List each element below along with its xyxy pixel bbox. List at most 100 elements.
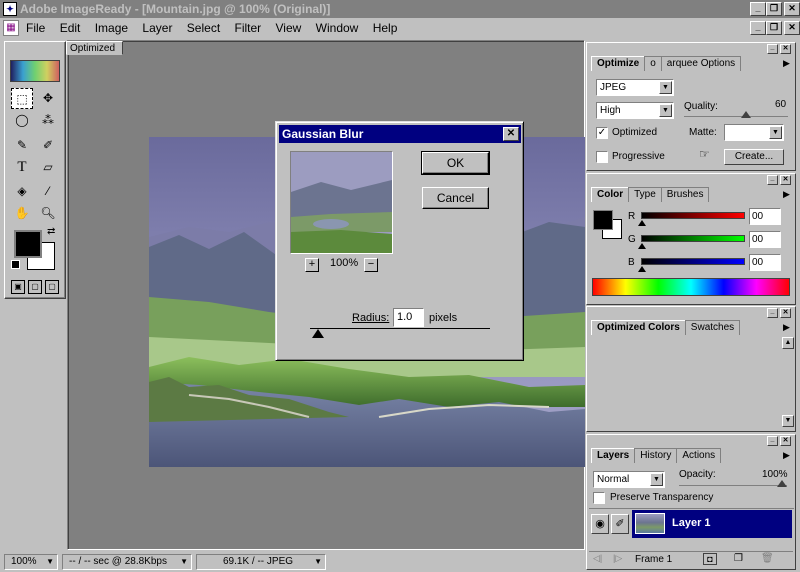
layer-row[interactable]: ◉ ✐ Layer 1 <box>589 508 794 538</box>
type-tool-icon[interactable]: T <box>11 157 33 178</box>
zoom-dropdown[interactable]: 100% ▼ <box>4 554 58 570</box>
move-tool-icon[interactable]: ✥ <box>37 88 59 109</box>
mode-full-icon[interactable]: ▢ <box>28 280 42 294</box>
next-frame-icon[interactable]: |▷ <box>613 553 622 564</box>
cancel-button[interactable]: Cancel <box>422 187 489 209</box>
menu-help[interactable]: Help <box>373 21 398 35</box>
app-icon[interactable]: ✦ <box>3 2 17 16</box>
layers-close-button[interactable]: ✕ <box>780 436 791 446</box>
prev-frame-icon[interactable]: ◁| <box>593 553 602 564</box>
color-minimize-button[interactable]: _ <box>767 175 778 185</box>
menu-file[interactable]: File <box>26 21 45 35</box>
paint-bucket-icon[interactable]: ◈ <box>11 181 33 202</box>
opacity-slider-thumb[interactable] <box>777 480 787 487</box>
quality-slider-track[interactable] <box>684 116 788 117</box>
brush-tool-icon[interactable]: ✐ <box>37 135 59 156</box>
color-spectrum-bar[interactable] <box>592 278 790 296</box>
marquee-tool-icon[interactable]: ⬚ <box>11 88 33 109</box>
zoom-tool-icon[interactable]: 🔍︎ <box>37 203 59 224</box>
tab-swatches[interactable]: Swatches <box>684 320 741 335</box>
hand-tool-icon[interactable]: ✋ <box>11 203 33 224</box>
close-button[interactable]: ✕ <box>784 2 800 16</box>
tab-optimized-colors[interactable]: Optimized Colors <box>591 320 686 335</box>
layers-menu-arrow-icon[interactable]: ▶ <box>783 450 790 461</box>
menu-view[interactable]: View <box>276 21 302 35</box>
magic-wand-icon[interactable]: ⁂ <box>37 110 59 131</box>
menu-window[interactable]: Window <box>316 21 359 35</box>
optimize-menu-arrow-icon[interactable]: ▶ <box>783 58 790 69</box>
format-select[interactable]: JPEG ▼ <box>596 79 674 96</box>
g-slider-thumb[interactable] <box>638 243 646 249</box>
layers-minimize-button[interactable]: _ <box>767 436 778 446</box>
tab-brushes[interactable]: Brushes <box>660 187 710 202</box>
preserve-transparency-checkbox[interactable] <box>593 492 605 504</box>
progressive-checkbox[interactable] <box>596 151 608 163</box>
foreground-swatch[interactable] <box>14 230 42 258</box>
tab-marquee-options[interactable]: arquee Options <box>660 56 742 71</box>
optcolors-close-button[interactable]: ✕ <box>780 308 791 318</box>
tab-actions[interactable]: Actions <box>676 448 722 463</box>
menu-filter[interactable]: Filter <box>235 21 262 35</box>
brush-icon[interactable]: ✐ <box>611 514 629 534</box>
opacity-slider-track[interactable] <box>679 485 787 486</box>
tab-type[interactable]: Type <box>628 187 662 202</box>
blur-preview[interactable] <box>290 151 393 254</box>
tab-info[interactable]: o <box>644 56 662 71</box>
tab-optimized[interactable]: Optimized <box>66 41 123 55</box>
ok-button[interactable]: OK <box>421 151 490 175</box>
tab-optimize[interactable]: Optimize <box>591 56 646 71</box>
quality-value[interactable]: 60 <box>775 99 786 110</box>
menu-image[interactable]: Image <box>95 21 128 35</box>
doc-close-button[interactable]: ✕ <box>784 21 800 35</box>
eye-icon[interactable]: ◉ <box>591 514 609 534</box>
new-layer-icon[interactable]: ❐ <box>734 553 743 564</box>
matte-select[interactable]: ▼ <box>724 124 784 141</box>
dialog-close-icon[interactable]: ✕ <box>503 127 519 141</box>
quality-slider-thumb[interactable] <box>741 111 751 118</box>
b-slider-thumb[interactable] <box>638 266 646 272</box>
g-input[interactable]: 00 <box>749 231 781 248</box>
eyedropper-icon[interactable]: ⁄ <box>37 181 59 202</box>
eraser-tool-icon[interactable]: ▱ <box>37 157 59 178</box>
doc-minimize-button[interactable]: _ <box>750 21 766 35</box>
optcolors-scroll-up-icon[interactable]: ▲ <box>782 337 794 349</box>
tab-color[interactable]: Color <box>591 187 630 202</box>
r-slider[interactable] <box>641 212 745 219</box>
optcolors-menu-arrow-icon[interactable]: ▶ <box>783 322 790 333</box>
pencil-tool-icon[interactable]: ✎ <box>11 135 33 156</box>
file-size-dropdown[interactable]: 69.1K / -- JPEG ▼ <box>196 554 326 570</box>
color-fg-swatch[interactable] <box>593 210 613 230</box>
optimize-minimize-button[interactable]: _ <box>767 44 778 54</box>
radius-input[interactable]: 1.0 <box>393 308 424 327</box>
minimize-button[interactable]: _ <box>750 2 766 16</box>
opacity-value[interactable]: 100% <box>762 469 788 480</box>
menu-edit[interactable]: Edit <box>60 21 81 35</box>
doc-restore-button[interactable]: ❐ <box>766 21 782 35</box>
optimize-close-button[interactable]: ✕ <box>780 44 791 54</box>
b-slider[interactable] <box>641 258 745 265</box>
create-button[interactable]: Create... <box>724 149 784 165</box>
zoom-out-button[interactable]: − <box>364 258 378 272</box>
mode-fullscreen-icon[interactable]: ▢ <box>45 280 59 294</box>
optcolors-minimize-button[interactable]: _ <box>767 308 778 318</box>
restore-button[interactable]: ❐ <box>766 2 782 16</box>
tab-layers[interactable]: Layers <box>591 448 636 463</box>
toolbox-logo[interactable] <box>10 60 60 82</box>
download-time-dropdown[interactable]: -- / -- sec @ 28.8Kbps ▼ <box>62 554 192 570</box>
quality-preset-select[interactable]: High ▼ <box>596 102 674 119</box>
tab-history[interactable]: History <box>634 448 678 463</box>
mask-icon[interactable]: ◘ <box>703 553 717 565</box>
default-colors-icon[interactable] <box>11 260 20 269</box>
mode-standard-icon[interactable]: ▣ <box>11 280 25 294</box>
b-input[interactable]: 00 <box>749 254 781 271</box>
droplet-icon[interactable]: ☞ <box>699 147 710 161</box>
blend-mode-select[interactable]: Normal ▼ <box>593 471 665 488</box>
document-icon[interactable]: ▦ <box>3 20 19 36</box>
g-slider[interactable] <box>641 235 745 242</box>
zoom-in-button[interactable]: + <box>305 258 319 272</box>
menu-layer[interactable]: Layer <box>142 21 172 35</box>
color-menu-arrow-icon[interactable]: ▶ <box>783 189 790 200</box>
radius-slider-thumb[interactable] <box>312 329 324 338</box>
color-close-button[interactable]: ✕ <box>780 175 791 185</box>
layer-selected[interactable]: Layer 1 <box>632 510 792 538</box>
